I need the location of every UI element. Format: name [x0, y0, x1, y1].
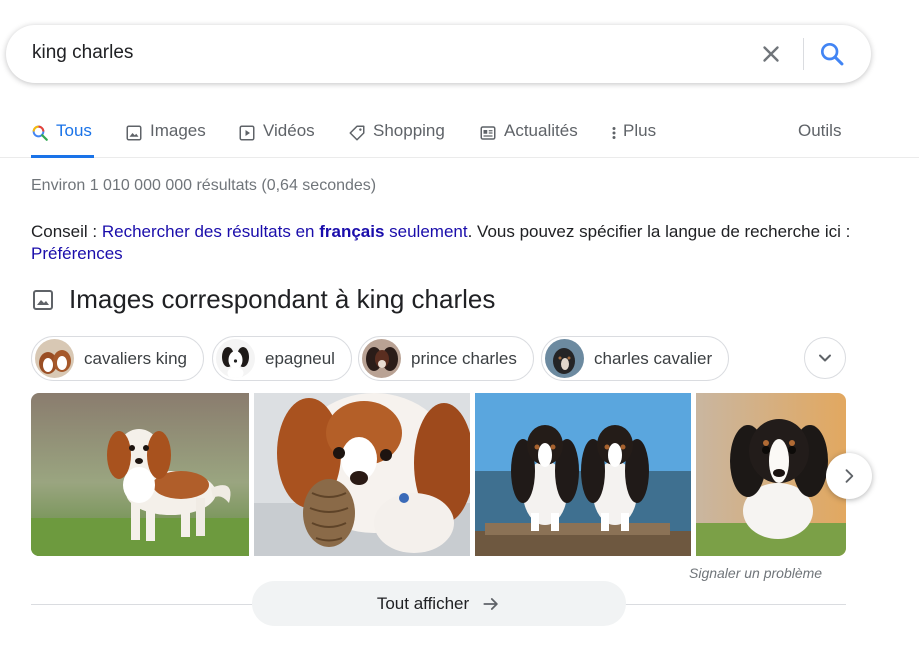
tip-middle-text: . Vous pouvez spécifier la langue de rec…: [467, 222, 851, 241]
tab-label: Actualités: [504, 121, 578, 140]
dog-photo: [31, 393, 249, 556]
show-all-label: Tout afficher: [376, 593, 470, 613]
play-icon: [239, 125, 255, 141]
tab-label: Shopping: [373, 121, 445, 140]
tab-label: Images: [150, 121, 206, 140]
images-heading: Images correspondant à king charles: [69, 284, 496, 314]
language-tip: Conseil : Rechercher des résultats en fr…: [31, 221, 861, 265]
tab-outils[interactable]: Outils: [798, 121, 841, 158]
preferences-link[interactable]: Préférences: [31, 244, 123, 263]
tab-tous[interactable]: Tous: [31, 121, 94, 158]
image-icon: [126, 125, 142, 141]
chip-thumbnail: [216, 339, 255, 378]
show-all-button[interactable]: Tout afficher: [252, 581, 626, 626]
search-input[interactable]: king charles: [32, 42, 133, 64]
image-result-1[interactable]: [31, 393, 249, 556]
image-result-4[interactable]: [696, 393, 846, 556]
tag-icon: [349, 125, 365, 141]
chevron-right-icon: [845, 469, 854, 483]
chip-prince-charles[interactable]: prince charles: [358, 336, 534, 381]
tab-actualites[interactable]: Actualités: [479, 121, 578, 158]
tab-label: Vidéos: [263, 121, 315, 140]
chip-thumbnail: [545, 339, 584, 378]
search-bar-divider: [803, 38, 804, 70]
arrow-right-icon: [483, 597, 498, 610]
chip-label: epagneul: [265, 348, 335, 368]
image-result-2[interactable]: [254, 393, 470, 556]
dog-photo: [475, 393, 691, 556]
tools-label: Outils: [798, 121, 842, 140]
tab-shopping[interactable]: Shopping: [348, 121, 445, 158]
result-stats: Environ 1 010 000 000 résultats (0,64 se…: [31, 177, 377, 194]
chip-cavaliers-king[interactable]: cavaliers king: [31, 336, 204, 381]
dog-photo: [254, 393, 470, 556]
search-tabs: Tous Images Vidéos Shopping Actualités P…: [0, 112, 919, 158]
expand-chips-button[interactable]: [804, 337, 846, 379]
chip-epagneul[interactable]: epagneul: [212, 336, 352, 381]
tip-link-text: Rechercher des résultats en: [101, 222, 320, 241]
tab-plus[interactable]: Plus: [609, 121, 656, 158]
chip-thumbnail: [362, 339, 401, 378]
tip-prefix: Conseil :: [31, 222, 102, 241]
next-images-button[interactable]: [826, 453, 872, 499]
tab-label: Tous: [56, 121, 92, 140]
images-section-heading: Images correspondant à king charles: [31, 284, 495, 315]
french-only-link[interactable]: Rechercher des résultats en français seu…: [102, 222, 468, 241]
report-problem-link[interactable]: Signaler un problème: [689, 565, 822, 581]
chip-label: prince charles: [411, 348, 517, 368]
tip-link-text-end: seulement: [384, 222, 468, 241]
search-bar[interactable]: king charles: [6, 25, 871, 83]
chevron-down-icon: [819, 354, 831, 362]
chip-label: charles cavalier: [594, 348, 713, 368]
clear-icon[interactable]: [758, 41, 784, 67]
news-icon: [480, 126, 496, 140]
chip-charles-cavalier[interactable]: charles cavalier: [541, 336, 730, 381]
more-vert-icon: [612, 127, 616, 139]
tab-videos[interactable]: Vidéos: [238, 121, 315, 158]
google-search-icon: [32, 125, 48, 141]
tip-link-bold: français: [319, 222, 385, 241]
dog-photo: [696, 393, 846, 556]
chip-label: cavaliers king: [84, 348, 187, 368]
chip-thumbnail: [35, 339, 74, 378]
tab-label: Plus: [623, 121, 657, 140]
image-result-3[interactable]: [475, 393, 691, 556]
search-icon[interactable]: [818, 40, 846, 68]
tab-images[interactable]: Images: [125, 121, 206, 158]
image-icon: [33, 289, 53, 310]
